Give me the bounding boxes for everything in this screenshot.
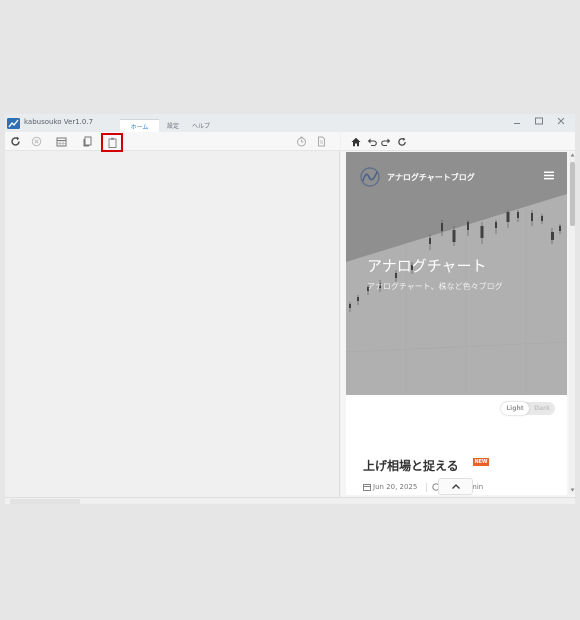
paste-button[interactable] bbox=[101, 133, 123, 152]
scrollbar-thumb[interactable] bbox=[570, 162, 575, 226]
post-date: Jun 20, 2025 bbox=[373, 483, 418, 491]
meta-divider bbox=[426, 483, 427, 492]
forward-button[interactable] bbox=[379, 135, 393, 148]
maximize-icon bbox=[535, 117, 543, 125]
back-icon bbox=[367, 138, 377, 146]
status-bar bbox=[5, 497, 575, 504]
left-pane bbox=[5, 132, 340, 497]
copy-icon bbox=[83, 136, 91, 147]
document-button[interactable] bbox=[314, 135, 328, 148]
calendar-icon bbox=[56, 137, 66, 147]
site-logo-icon bbox=[360, 167, 380, 187]
new-badge: NEW bbox=[473, 458, 489, 466]
hamburger-menu-icon[interactable] bbox=[544, 171, 554, 180]
calendar-button[interactable] bbox=[54, 135, 68, 148]
app-window: kabusouko Ver1.0.7 ホーム 設定 ヘルプ アナログチャートブロ… bbox=[5, 114, 575, 504]
browser-toolbar bbox=[341, 132, 575, 151]
tab-home[interactable]: ホーム bbox=[120, 119, 159, 132]
theme-toggle[interactable]: Light Dark bbox=[501, 402, 555, 415]
scroll-up-icon[interactable] bbox=[570, 153, 575, 157]
minimize-button[interactable] bbox=[510, 117, 524, 129]
refresh-icon bbox=[10, 136, 20, 146]
paste-icon bbox=[108, 137, 116, 148]
hero-subtitle: アナログチャート、株など色々ブログ bbox=[367, 282, 503, 291]
close-icon bbox=[557, 117, 565, 125]
home-icon bbox=[351, 137, 361, 146]
hero-title: アナログチャート bbox=[367, 257, 487, 275]
tab-help[interactable]: ヘルプ bbox=[188, 119, 214, 132]
back-to-top-button[interactable] bbox=[438, 478, 473, 495]
copy-button[interactable] bbox=[80, 135, 94, 148]
forward-icon bbox=[381, 138, 391, 146]
reload-icon bbox=[398, 137, 406, 146]
blog-hero: アナログチャートブログ アナログチャート アナログチャート、株など色々ブログ bbox=[346, 152, 567, 395]
minimize-icon bbox=[514, 123, 520, 124]
title-bar: kabusouko Ver1.0.7 ホーム 設定 ヘルプ bbox=[5, 114, 575, 132]
site-name[interactable]: アナログチャートブログ bbox=[387, 172, 475, 183]
app-title: kabusouko Ver1.0.7 bbox=[24, 118, 94, 126]
tab-settings[interactable]: 設定 bbox=[163, 119, 183, 132]
browser-scrollbar[interactable] bbox=[569, 152, 575, 495]
left-toolbar bbox=[5, 132, 340, 152]
home-button[interactable] bbox=[349, 135, 363, 148]
back-button[interactable] bbox=[365, 135, 379, 148]
calendar-icon bbox=[363, 484, 371, 491]
chevron-up-icon bbox=[451, 484, 460, 489]
timer-button[interactable] bbox=[294, 135, 308, 148]
embedded-browser: アナログチャートブログ アナログチャート アナログチャート、株など色々ブログ L… bbox=[346, 152, 567, 495]
post-title[interactable]: 上げ相場と捉える bbox=[363, 457, 459, 474]
cancel-icon bbox=[31, 136, 41, 147]
cancel-button[interactable] bbox=[29, 135, 43, 148]
app-logo-icon bbox=[7, 118, 20, 129]
close-button[interactable] bbox=[554, 117, 568, 129]
scroll-down-icon[interactable] bbox=[570, 488, 575, 492]
horizontal-scrollbar[interactable] bbox=[10, 499, 80, 504]
timer-icon bbox=[296, 136, 306, 147]
right-pane: アナログチャートブログ アナログチャート アナログチャート、株など色々ブログ L… bbox=[341, 132, 575, 497]
refresh-button[interactable] bbox=[8, 135, 22, 148]
reload-button[interactable] bbox=[395, 135, 409, 148]
theme-dark-option[interactable]: Dark bbox=[531, 402, 553, 415]
theme-light-option[interactable]: Light bbox=[501, 402, 529, 415]
maximize-button[interactable] bbox=[532, 117, 546, 129]
document-icon bbox=[317, 136, 325, 147]
